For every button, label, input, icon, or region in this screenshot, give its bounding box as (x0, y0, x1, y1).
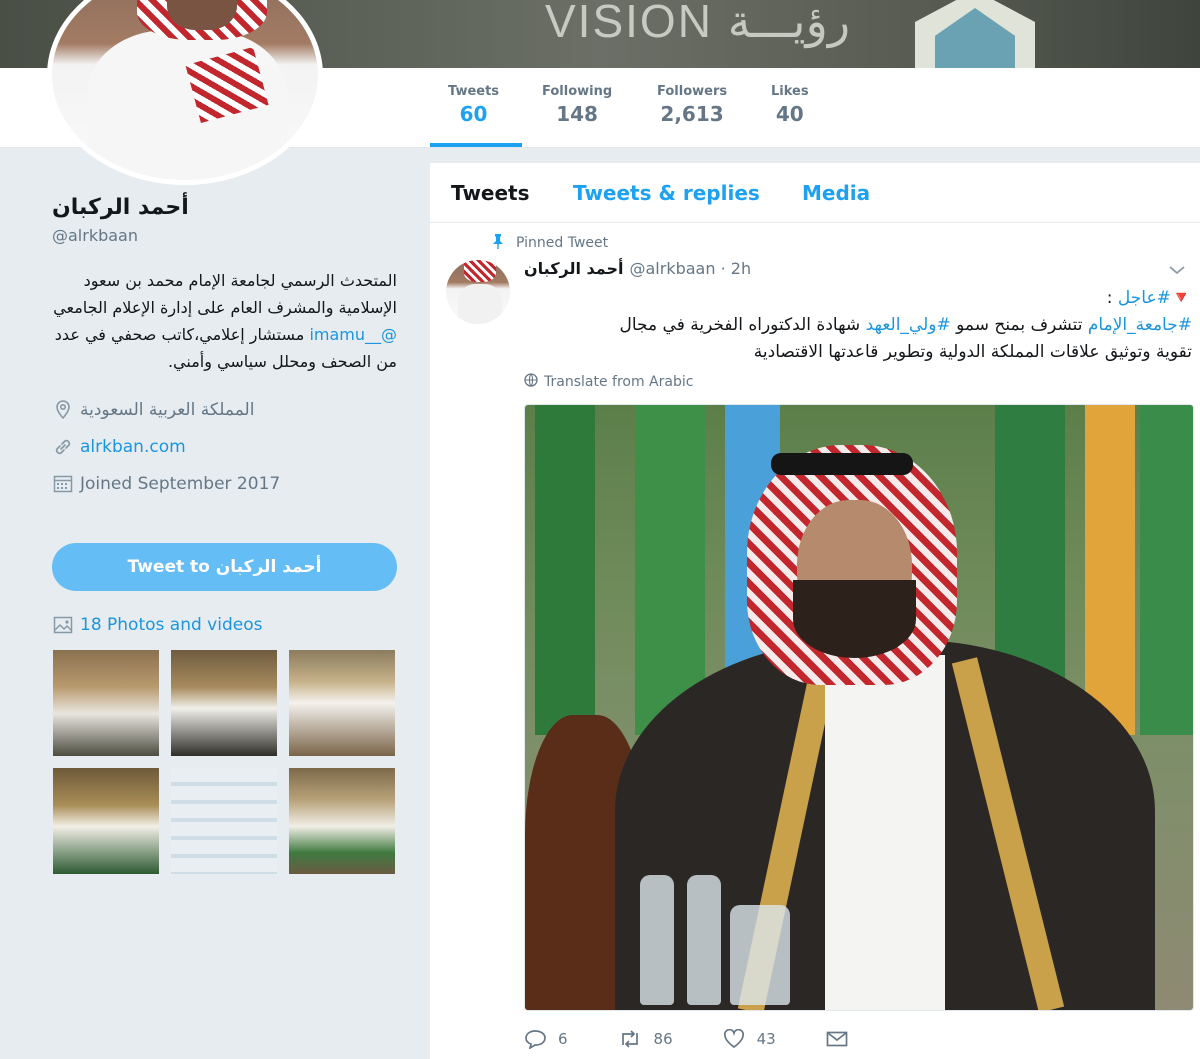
stat-followers[interactable]: Followers 2,613 (657, 84, 727, 126)
profile-card: أحمد الركبان @alrkbaan المتحدث الرسمي لج… (52, 195, 402, 502)
profile-location: المملكة العربية السعودية (52, 391, 402, 428)
photo-thumbnail[interactable] (53, 768, 159, 874)
profile-bio: المتحدث الرسمي لجامعة الإمام محمد بن سعو… (52, 267, 397, 375)
link-icon (52, 436, 74, 458)
like-button[interactable]: 43 (723, 1029, 776, 1049)
stat-label: Tweets (448, 84, 500, 99)
tab-media[interactable]: Media (802, 181, 870, 205)
pin-icon (492, 233, 504, 253)
red-triangle-icon: 🔻 (1170, 288, 1192, 308)
reply-icon (524, 1029, 546, 1049)
stat-label: Following (542, 84, 613, 99)
tweet-media-photo[interactable] (524, 404, 1194, 1011)
hashtag-link[interactable]: #عاجل (1118, 288, 1171, 308)
stat-following[interactable]: Following 148 (542, 84, 612, 126)
calendar-icon (52, 473, 74, 495)
stat-label: Followers (657, 84, 728, 99)
bio-text: المتحدث الرسمي لجامعة الإمام محمد بن سعو… (53, 271, 397, 317)
heart-icon (723, 1029, 745, 1049)
profile-handle[interactable]: @alrkbaan (52, 226, 402, 245)
photo-thumbnail[interactable] (289, 650, 395, 756)
tab-tweets-replies[interactable]: Tweets & replies (573, 181, 760, 205)
timeline: Tweets Tweets & replies Media Pinned Twe… (430, 163, 1200, 1059)
hashtag-link[interactable]: #جامعة_الإمام (1088, 315, 1192, 335)
hashtag-link[interactable]: #ولي_العهد (866, 315, 951, 335)
bio-mention-link[interactable]: @__imamu (309, 325, 397, 344)
website-link[interactable]: alrkban.com (80, 437, 186, 457)
location-pin-icon (52, 399, 74, 421)
location-text: المملكة العربية السعودية (80, 399, 255, 420)
translate-link[interactable]: Translate from Arabic (524, 373, 693, 391)
pinned-tweet-label: Pinned Tweet (492, 233, 608, 253)
tweet-to-button[interactable]: Tweet to أحمد الركبان (52, 543, 397, 591)
tweet-text: 🔻#عاجل : #جامعة_الإمام تتشرف بمنح سمو #و… (524, 285, 1192, 366)
photo-thumbnail[interactable] (171, 768, 277, 874)
tweet-line-1: 🔻#عاجل : (524, 285, 1192, 312)
retweet-count: 86 (653, 1030, 673, 1048)
stat-likes[interactable]: Likes 40 (771, 84, 809, 126)
stat-value: 2,613 (660, 102, 724, 126)
stat-value: 148 (556, 102, 598, 126)
chevron-down-icon[interactable] (1168, 261, 1186, 280)
tweet-author-handle-time[interactable]: @alrkbaan · 2h (630, 259, 752, 278)
profile-avatar[interactable] (47, 0, 323, 185)
tweet-line-3: تقوية وتوثيق علاقات المملكة الدولية وتطو… (753, 342, 1192, 362)
photos-videos-link[interactable]: 18 Photos and videos (52, 614, 262, 636)
photo-thumbnail[interactable] (171, 650, 277, 756)
retweet-icon (618, 1030, 642, 1048)
tweet-line-text: تتشرف بمنح سمو (950, 315, 1088, 335)
tweet-line-2: #جامعة_الإمام تتشرف بمنح سمو #ولي_العهد … (524, 312, 1192, 339)
reply-button[interactable]: 6 (524, 1029, 568, 1049)
tweet-line-text: شهادة الدكتوراه الفخرية في مجال (619, 315, 866, 335)
photo-thumbnail[interactable] (53, 650, 159, 756)
tweet-line-text: : (1106, 288, 1118, 308)
photo-thumbnail[interactable] (289, 768, 395, 874)
tweet-author-name[interactable]: أحمد الركبان (524, 259, 624, 278)
tweet-header: أحمد الركبان @alrkbaan · 2h (524, 259, 751, 278)
joined-text: Joined September 2017 (80, 473, 281, 494)
profile-website[interactable]: alrkban.com (52, 428, 402, 465)
stat-value: 60 (459, 102, 488, 126)
tweet-author-avatar[interactable] (446, 260, 510, 324)
like-count: 43 (756, 1030, 776, 1048)
envelope-icon (826, 1031, 848, 1047)
active-stat-indicator (430, 143, 522, 147)
translate-text[interactable]: Translate from Arabic (544, 374, 693, 390)
profile-joined: Joined September 2017 (52, 465, 402, 502)
profile-name[interactable]: أحمد الركبان (52, 195, 192, 220)
tweet-actions: 6 86 43 (524, 1029, 910, 1049)
stat-tweets[interactable]: Tweets 60 (448, 84, 499, 126)
direct-message-button[interactable] (826, 1031, 860, 1047)
stat-label: Likes (771, 84, 809, 99)
tab-tweets[interactable]: Tweets (451, 181, 530, 205)
reply-count: 6 (558, 1030, 568, 1048)
image-icon (52, 614, 74, 636)
photos-videos-label[interactable]: 18 Photos and videos (80, 615, 262, 635)
timeline-tabs: Tweets Tweets & replies Media (430, 163, 1200, 223)
pinned-text: Pinned Tweet (516, 235, 609, 251)
banner-vision-logo: VISION رؤيـــة (545, 0, 851, 47)
retweet-button[interactable]: 86 (618, 1030, 673, 1048)
stat-value: 40 (775, 102, 804, 126)
globe-icon (524, 373, 538, 391)
